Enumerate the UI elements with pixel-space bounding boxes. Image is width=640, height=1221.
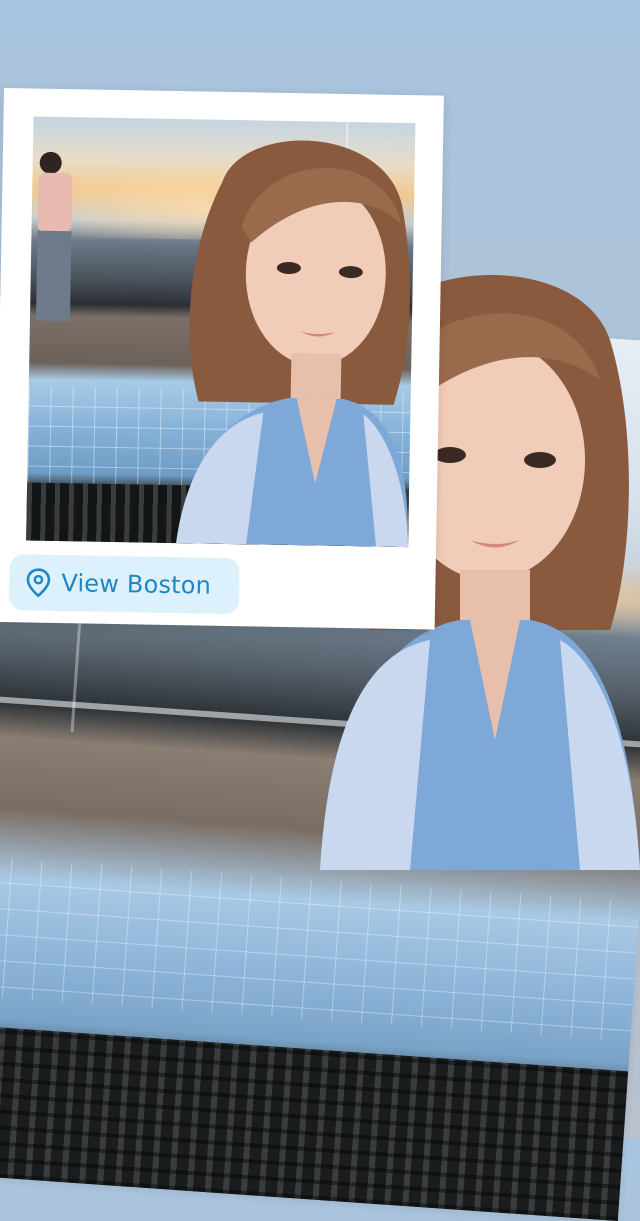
selfie-person-small xyxy=(176,140,410,548)
floor-mesh xyxy=(0,1021,629,1221)
polaroid-photo xyxy=(26,116,416,548)
location-pin-icon xyxy=(26,568,51,598)
location-sticker[interactable]: View Boston xyxy=(8,554,240,615)
location-label: View Boston xyxy=(61,569,212,600)
polaroid-frame: View Boston xyxy=(0,88,444,630)
city-grid-view xyxy=(0,851,640,1042)
background-person xyxy=(35,151,73,322)
